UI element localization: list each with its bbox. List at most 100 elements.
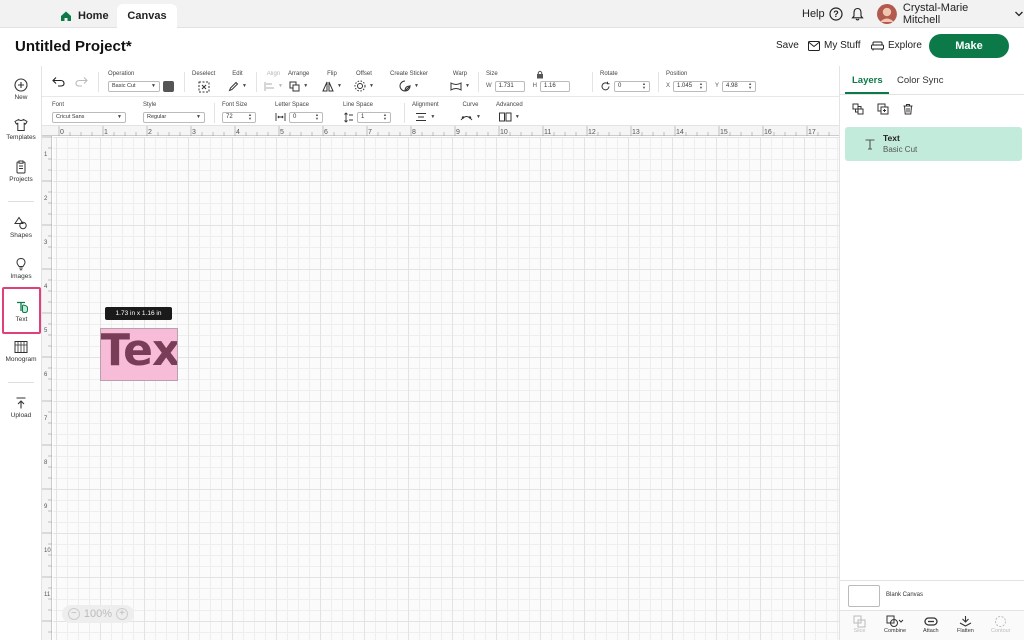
ruler-label: 13 (632, 129, 640, 136)
layer-item-text[interactable]: Text Basic Cut (845, 127, 1022, 161)
monogram-icon (14, 341, 28, 353)
letter-space-input[interactable]: 0 ▲ ▼ (289, 111, 323, 123)
notifications-button[interactable] (851, 4, 864, 24)
sidebar-item-projects[interactable]: Projects (0, 160, 42, 183)
ruler-label: 4 (236, 129, 240, 136)
edit-menu[interactable]: Edit ▼ (228, 70, 247, 92)
ruler-label: 0 (60, 129, 64, 136)
flatten-icon (959, 616, 972, 627)
arrange-menu[interactable]: Arrange ▼ (288, 70, 309, 92)
save-button[interactable]: Save (776, 40, 799, 51)
deselect-icon (198, 81, 210, 93)
align-menu[interactable]: Align ▼ (264, 70, 283, 92)
sidebar-label-upload: Upload (10, 412, 32, 419)
advanced-menu[interactable]: Advanced ▼ (496, 101, 523, 123)
width-input[interactable]: 1.731 (494, 80, 525, 92)
font-group: Font Cricut Sans ▼ (52, 101, 126, 123)
font-select[interactable]: Cricut Sans ▼ (52, 111, 126, 123)
deselect-button[interactable]: Deselect (192, 70, 215, 93)
offset-menu[interactable]: Offset ▼ (354, 70, 374, 92)
x-input[interactable]: 1.045 ▲ ▼ (673, 80, 708, 92)
warp-menu[interactable]: Warp ▼ (450, 70, 470, 92)
operation-label: Operation (108, 71, 135, 77)
chevron-down-icon (1015, 11, 1023, 17)
sidebar-item-text[interactable]: Text (2, 287, 41, 334)
duplicate-icon[interactable] (877, 103, 889, 115)
sidebar-divider (8, 382, 34, 383)
text-align-icon (416, 113, 427, 121)
tab-canvas[interactable]: Canvas (117, 4, 177, 28)
text-object-content: Text (100, 328, 178, 376)
sidebar-item-new[interactable]: New (0, 78, 42, 101)
width-value: 1.731 (498, 83, 514, 89)
ruler-label: 3 (44, 240, 48, 246)
y-input[interactable]: 4.98 ▲ ▼ (722, 80, 757, 92)
stepper-icon: ▲ ▼ (383, 112, 387, 121)
zoom-out-button[interactable]: − (67, 608, 80, 620)
tab-layers[interactable]: Layers (852, 75, 883, 86)
project-title[interactable]: Untitled Project* (15, 38, 132, 55)
text-toolbar: Font Cricut Sans ▼ Style Regular ▼ Font Si… (42, 97, 839, 126)
ruler-label: 17 (808, 129, 816, 136)
make-button[interactable]: Make (929, 34, 1009, 58)
group-icon[interactable] (852, 103, 864, 115)
my-stuff-button[interactable]: My Stuff (808, 40, 861, 51)
flatten-button[interactable]: Flatten (957, 615, 974, 634)
line-space-input[interactable]: 1 ▲ ▼ (357, 111, 391, 123)
slice-button[interactable]: Slice (853, 615, 866, 634)
toolbar-divider (592, 72, 593, 92)
redo-icon[interactable] (75, 76, 88, 87)
text-tool-icon (16, 301, 28, 313)
font-size-input[interactable]: 72 ▲ ▼ (222, 111, 256, 123)
avatar (877, 4, 897, 24)
help-label: Help (802, 8, 825, 20)
explore-button[interactable]: Explore (871, 40, 922, 51)
curve-menu[interactable]: Curve ▼ (460, 101, 481, 123)
zoom-in-button[interactable]: + (116, 608, 129, 620)
alignment-menu[interactable]: Alignment ▼ (412, 101, 439, 123)
help-button[interactable]: Help ? (802, 4, 843, 24)
contour-icon (995, 616, 1007, 627)
width-label: W (486, 83, 492, 89)
flip-menu[interactable]: Flip ▼ (322, 70, 342, 92)
size-group: Size W 1.731 H 1.16 (486, 70, 571, 92)
sidebar-item-templates[interactable]: Templates (0, 118, 42, 141)
height-input[interactable]: 1.16 (540, 80, 571, 92)
clipboard-icon (16, 160, 26, 174)
chevron-down-icon: ▼ (430, 114, 436, 120)
create-sticker-menu[interactable]: Create Sticker ▼ (390, 70, 428, 92)
browser-tab-bar: Home Canvas Help ? Crystal-Marie Mitchel… (0, 0, 1024, 28)
style-select[interactable]: Regular ▼ (143, 111, 205, 123)
svg-text:?: ? (833, 9, 839, 19)
tab-color-sync[interactable]: Color Sync (897, 75, 943, 86)
rotate-label: Rotate (600, 71, 618, 77)
blank-canvas-row[interactable]: Blank Canvas (840, 580, 1024, 610)
design-canvas[interactable] (53, 137, 839, 640)
lock-icon[interactable] (536, 70, 544, 79)
contour-button[interactable]: Contour (991, 615, 1011, 634)
warp-label: Warp (452, 71, 468, 77)
operation-group: Operation Basic Cut ▼ (108, 70, 174, 92)
trash-icon[interactable] (902, 103, 914, 115)
sidebar-label-templates: Templates (6, 134, 36, 141)
user-menu[interactable]: Crystal-Marie Mitchell (877, 2, 1024, 26)
operation-select[interactable]: Basic Cut ▼ (108, 80, 160, 92)
attach-button[interactable]: Attach (923, 615, 939, 634)
undo-icon[interactable] (52, 76, 65, 87)
ruler-label: 10 (44, 548, 51, 554)
chevron-down-icon: ▼ (514, 114, 520, 120)
combine-button[interactable]: Combine (884, 615, 906, 634)
sidebar-item-shapes[interactable]: Shapes (0, 216, 42, 239)
align-label: Align (266, 71, 281, 77)
tab-home[interactable]: Home (60, 4, 109, 28)
sidebar-item-images[interactable]: Images (0, 257, 42, 280)
tab-layers-label: Layers (852, 75, 883, 86)
rotate-input[interactable]: 0 ▲ ▼ (614, 80, 650, 92)
color-swatch[interactable] (163, 80, 174, 92)
blank-canvas-swatch[interactable] (848, 585, 880, 607)
sidebar-item-monogram[interactable]: Monogram (0, 340, 42, 363)
text-object[interactable]: Text (100, 328, 178, 381)
ruler-label: 2 (44, 196, 48, 202)
sidebar-item-upload[interactable]: Upload (0, 396, 42, 419)
line-space-label: Line Space (343, 102, 374, 108)
